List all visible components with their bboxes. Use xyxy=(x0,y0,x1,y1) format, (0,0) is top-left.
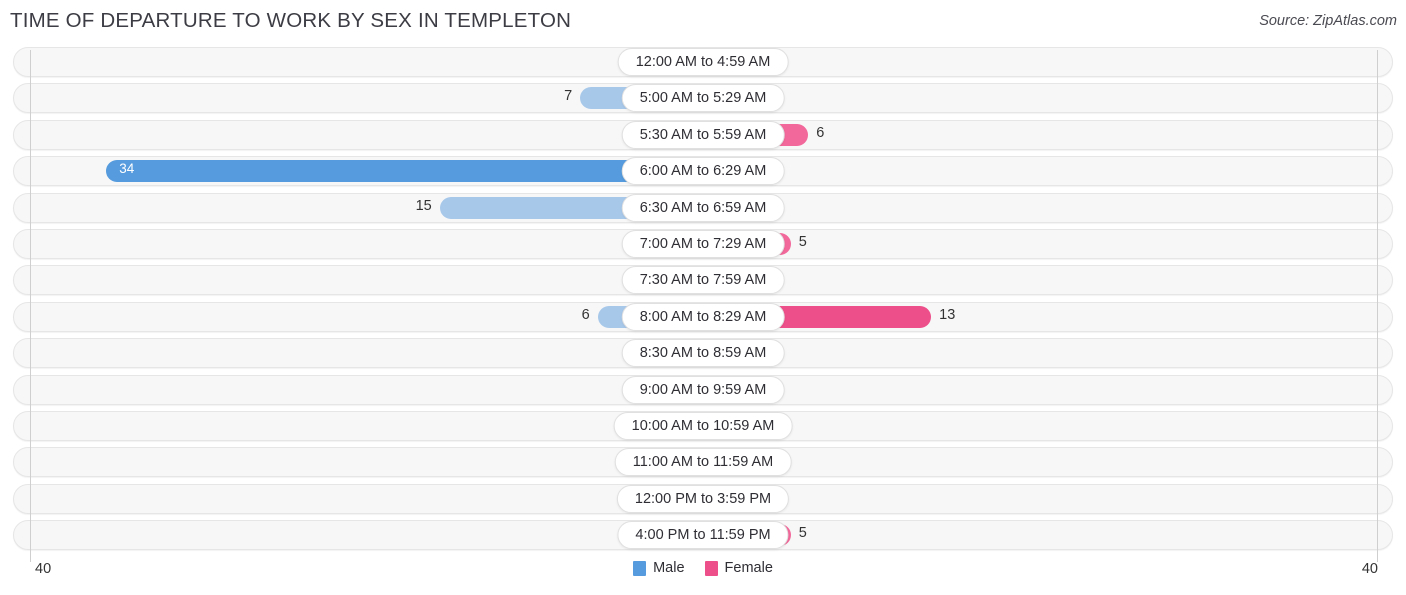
axis-line-right xyxy=(1377,50,1378,562)
source-attribution: Source: ZipAtlas.com xyxy=(1259,13,1397,29)
category-label: 8:00 AM to 8:29 AM xyxy=(621,302,785,331)
category-label: 12:00 AM to 4:59 AM xyxy=(617,48,789,76)
category-label: 4:00 PM to 11:59 PM xyxy=(617,521,789,550)
chart-footer: 40 40 Male Female xyxy=(0,554,1406,595)
value-label-female: 13 xyxy=(939,306,956,323)
bar-row: 0212:00 PM to 3:59 PM xyxy=(0,481,1406,517)
bar-row: 3406:00 AM to 6:29 AM xyxy=(0,153,1406,189)
page-title: TIME OF DEPARTURE TO WORK BY SEX IN TEMP… xyxy=(10,9,572,32)
legend-label-female: Female xyxy=(724,560,773,576)
value-label-female: 5 xyxy=(798,525,807,542)
bar-rows-container: 0312:00 AM to 4:59 AM705:00 AM to 5:29 A… xyxy=(0,44,1406,553)
bar-row: 1526:30 AM to 6:59 AM xyxy=(0,190,1406,226)
bar-row: 265:30 AM to 5:59 AM xyxy=(0,117,1406,153)
legend-item-female[interactable]: Female xyxy=(704,560,773,576)
bar-row: 0011:00 AM to 11:59 AM xyxy=(0,444,1406,480)
bar-row: 6 13 8:00 AM to 8:29 AM xyxy=(0,299,1406,335)
legend-label-male: Male xyxy=(653,560,685,576)
category-label: 12:00 PM to 3:59 PM xyxy=(616,484,790,513)
chart-page: TIME OF DEPARTURE TO WORK BY SEX IN TEMP… xyxy=(0,0,1406,595)
bar-row: 054:00 PM to 11:59 PM xyxy=(0,517,1406,553)
bar-row: 057:00 AM to 7:29 AM xyxy=(0,226,1406,262)
bar-row: 705:00 AM to 5:29 AM xyxy=(0,80,1406,116)
value-label-male: 7 xyxy=(564,88,573,105)
bar-row: 018:30 AM to 8:59 AM xyxy=(0,335,1406,371)
legend-item-male[interactable]: Male xyxy=(633,560,685,576)
category-label: 5:00 AM to 5:29 AM xyxy=(621,84,785,113)
value-label-male: 6 xyxy=(581,306,590,323)
bar-row: 0010:00 AM to 10:59 AM xyxy=(0,408,1406,444)
axis-line-left xyxy=(30,50,31,562)
category-label: 7:30 AM to 7:59 AM xyxy=(621,266,785,295)
bar-row: 017:30 AM to 7:59 AM xyxy=(0,262,1406,298)
category-label: 7:00 AM to 7:29 AM xyxy=(621,229,785,258)
bar-row: 0312:00 AM to 4:59 AM xyxy=(0,44,1406,80)
category-label: 9:00 AM to 9:59 AM xyxy=(621,375,785,404)
bar-male[interactable] xyxy=(106,160,703,183)
category-label: 6:00 AM to 6:29 AM xyxy=(621,157,785,186)
category-label: 11:00 AM to 11:59 AM xyxy=(614,448,792,477)
category-label: 10:00 AM to 10:59 AM xyxy=(613,411,793,440)
legend-swatch-female-icon xyxy=(704,560,718,576)
legend-swatch-male-icon xyxy=(633,560,647,576)
chart-plot-area: 0312:00 AM to 4:59 AM705:00 AM to 5:29 A… xyxy=(0,44,1406,562)
value-label-female: 6 xyxy=(816,124,825,141)
category-label: 5:30 AM to 5:59 AM xyxy=(621,120,785,149)
value-label-male: 34 xyxy=(119,161,135,177)
value-label-female: 5 xyxy=(798,233,807,250)
category-label: 8:30 AM to 8:59 AM xyxy=(621,339,785,368)
chart-legend: Male Female xyxy=(0,560,1406,576)
value-label-male: 15 xyxy=(415,197,432,214)
category-label: 6:30 AM to 6:59 AM xyxy=(621,193,785,222)
bar-row: 129:00 AM to 9:59 AM xyxy=(0,372,1406,408)
chart-header: TIME OF DEPARTURE TO WORK BY SEX IN TEMP… xyxy=(0,0,1406,44)
